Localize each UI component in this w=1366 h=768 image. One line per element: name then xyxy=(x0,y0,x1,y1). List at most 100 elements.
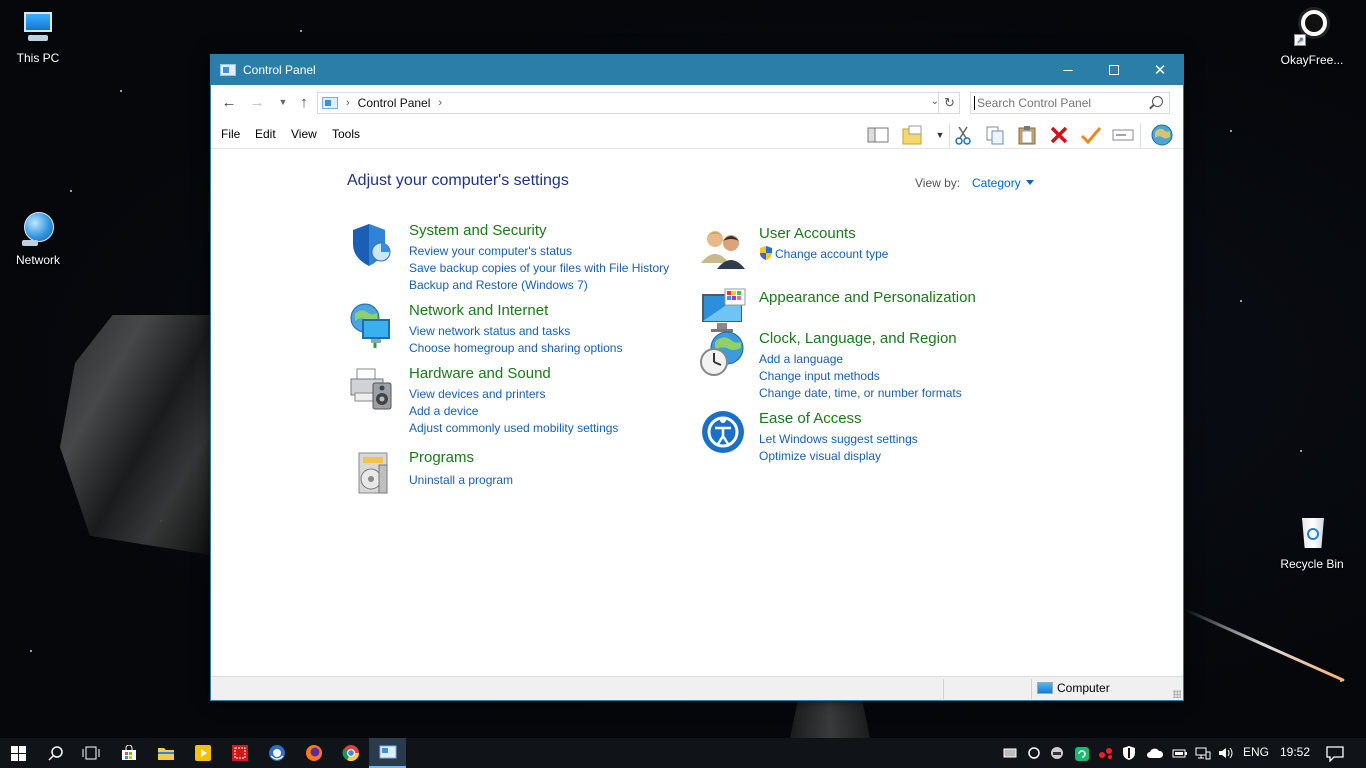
taskbar-control-panel[interactable] xyxy=(369,738,406,768)
user-accounts-icon xyxy=(699,225,747,273)
category-title[interactable]: System and Security xyxy=(409,222,547,239)
globe-button[interactable] xyxy=(1150,124,1174,146)
taskbar-media-app[interactable] xyxy=(184,738,221,768)
minimize-button[interactable] xyxy=(1045,55,1091,85)
link-add-language[interactable]: Add a language xyxy=(759,352,843,366)
link-devices-printers[interactable]: View devices and printers xyxy=(409,387,546,401)
category-title[interactable]: Appearance and Personalization xyxy=(759,289,976,306)
notification-icon xyxy=(1326,746,1344,763)
start-button[interactable] xyxy=(0,738,37,768)
star xyxy=(30,650,32,652)
new-folder-button[interactable] xyxy=(901,124,925,146)
link-file-history[interactable]: Save backup copies of your files with Fi… xyxy=(409,261,669,275)
maximize-button[interactable] xyxy=(1091,55,1137,85)
maximize-icon xyxy=(1109,65,1119,75)
taskbar-firefox[interactable] xyxy=(295,738,332,768)
title-bar[interactable]: Control Panel ✕ xyxy=(211,55,1183,85)
delete-icon xyxy=(1050,126,1068,144)
tray-red-dots-icon[interactable] xyxy=(1098,746,1112,760)
rename-button[interactable] xyxy=(1111,124,1135,146)
paste-button[interactable] xyxy=(1015,124,1039,146)
category-title[interactable]: Clock, Language, and Region xyxy=(759,330,957,347)
forward-button[interactable]: → xyxy=(247,94,267,111)
toolbar-divider xyxy=(1140,123,1141,147)
back-button[interactable]: ← xyxy=(219,94,239,111)
taskbar-red-app[interactable] xyxy=(221,738,258,768)
breadcrumb-separator[interactable]: › xyxy=(438,97,442,109)
search-box[interactable] xyxy=(970,92,1170,114)
resize-grip[interactable] xyxy=(1173,690,1181,698)
tray-shield-icon[interactable] xyxy=(1122,746,1136,760)
action-center-button[interactable] xyxy=(1326,746,1344,763)
comet-art xyxy=(1183,608,1345,682)
search-button[interactable] xyxy=(37,738,74,768)
cut-button[interactable] xyxy=(951,124,975,146)
breadcrumb-control-panel[interactable]: Control Panel xyxy=(358,96,431,110)
star xyxy=(70,190,72,192)
desktop-icon-network[interactable]: Network xyxy=(0,210,76,267)
search-input[interactable] xyxy=(977,96,1147,110)
recycle-bin-icon xyxy=(1292,514,1332,554)
tray-clock[interactable]: 19:52 xyxy=(1280,745,1310,759)
printer-icon xyxy=(349,365,397,413)
link-change-account-type[interactable]: Change account type xyxy=(775,247,888,261)
layout-button[interactable] xyxy=(866,124,890,146)
task-view-button[interactable] xyxy=(72,738,109,768)
new-folder-dropdown[interactable]: ▼ xyxy=(933,124,947,146)
tray-language[interactable]: ENG xyxy=(1243,745,1269,759)
properties-button[interactable] xyxy=(1079,124,1103,146)
copy-button[interactable] xyxy=(983,124,1007,146)
taskbar-file-explorer[interactable] xyxy=(147,738,184,768)
view-by-dropdown[interactable]: Category xyxy=(972,176,1034,190)
menu-view[interactable]: View xyxy=(291,127,317,141)
taskbar-store[interactable] xyxy=(110,738,147,768)
tray-green-app-icon[interactable] xyxy=(1074,746,1089,761)
link-input-methods[interactable]: Change input methods xyxy=(759,369,880,383)
tray-battery-icon[interactable] xyxy=(1172,746,1187,760)
delete-button[interactable] xyxy=(1047,124,1071,146)
close-button[interactable]: ✕ xyxy=(1137,55,1183,85)
taskbar-chrome[interactable] xyxy=(332,738,369,768)
link-homegroup[interactable]: Choose homegroup and sharing options xyxy=(409,341,622,355)
link-backup-restore[interactable]: Backup and Restore (Windows 7) xyxy=(409,278,588,292)
link-network-status[interactable]: View network status and tasks xyxy=(409,324,570,338)
tray-sync-icon[interactable] xyxy=(1027,746,1041,760)
link-review-status[interactable]: Review your computer's status xyxy=(409,244,572,258)
desktop-icon-okayfree[interactable]: ↗ OkayFree... xyxy=(1274,10,1350,67)
tray-volume-icon[interactable] xyxy=(1218,746,1233,760)
category-title[interactable]: Network and Internet xyxy=(409,302,548,319)
link-add-device[interactable]: Add a device xyxy=(409,404,478,418)
menu-file[interactable]: File xyxy=(221,127,240,141)
desktop-icon-recycle-bin[interactable]: Recycle Bin xyxy=(1274,514,1350,571)
link-date-time-formats[interactable]: Change date, time, or number formats xyxy=(759,386,962,400)
star xyxy=(1300,450,1302,452)
browser-globe-icon xyxy=(268,745,285,761)
tray-network-icon[interactable] xyxy=(1195,746,1211,760)
link-suggest-settings[interactable]: Let Windows suggest settings xyxy=(759,432,918,446)
breadcrumb-separator[interactable]: › xyxy=(346,97,350,109)
refresh-button[interactable]: ↻ xyxy=(938,92,960,114)
desktop-icon-label: OkayFree... xyxy=(1280,53,1344,67)
desktop-icon-this-pc[interactable]: This PC xyxy=(0,8,76,65)
address-bar[interactable]: › Control Panel › ⌄ ↻ xyxy=(317,92,960,114)
menu-edit[interactable]: Edit xyxy=(255,127,276,141)
category-title[interactable]: Programs xyxy=(409,449,474,466)
category-title[interactable]: User Accounts xyxy=(759,225,856,242)
recent-locations-button[interactable]: ▼ xyxy=(273,97,293,107)
category-title[interactable]: Hardware and Sound xyxy=(409,365,551,382)
star xyxy=(120,90,122,92)
tray-drive-icon[interactable] xyxy=(1003,746,1017,760)
taskbar-browser-app[interactable] xyxy=(258,738,295,768)
control-panel-icon xyxy=(379,745,396,759)
link-optimize-display[interactable]: Optimize visual display xyxy=(759,449,881,463)
category-title[interactable]: Ease of Access xyxy=(759,410,862,427)
spaceship-art xyxy=(790,700,870,738)
link-mobility-settings[interactable]: Adjust commonly used mobility settings xyxy=(409,421,618,435)
up-button[interactable]: ↑ xyxy=(294,94,314,111)
spaceship-art xyxy=(60,315,210,555)
tray-cloud-icon[interactable] xyxy=(1146,746,1164,760)
link-uninstall-program[interactable]: Uninstall a program xyxy=(409,473,513,487)
search-icon[interactable] xyxy=(1152,96,1163,107)
menu-tools[interactable]: Tools xyxy=(332,127,360,141)
tray-app-icon[interactable] xyxy=(1050,746,1064,760)
